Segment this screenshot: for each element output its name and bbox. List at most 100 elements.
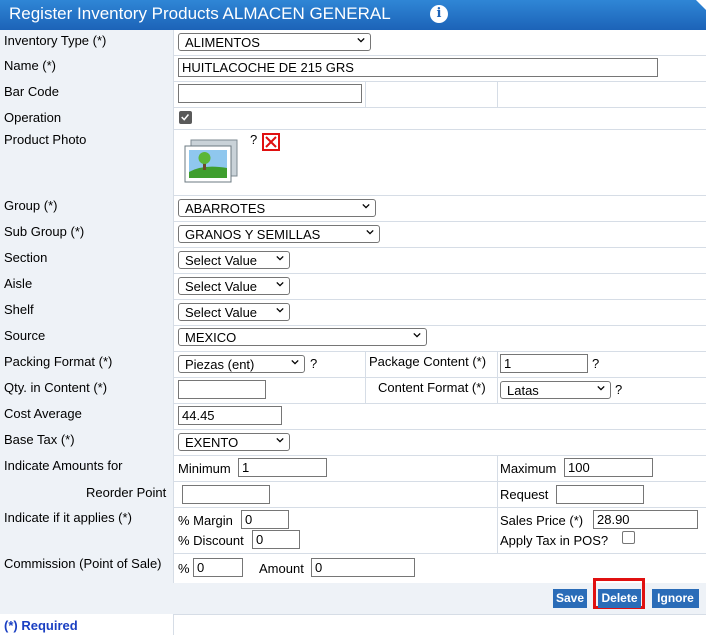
discount-label: % Discount <box>178 533 244 548</box>
package-content-help: ? <box>592 356 600 371</box>
source-label: Source <box>4 328 46 343</box>
request-input[interactable] <box>556 485 644 504</box>
chevron-down-icon <box>413 332 421 338</box>
page-title: Register Inventory Products ALMACEN GENE… <box>9 4 391 23</box>
reorder-point-label: Reorder Point <box>86 485 167 500</box>
sub-group-select[interactable]: GRANOS Y SEMILLAS <box>178 225 380 243</box>
photo-help-text: ? <box>250 132 258 147</box>
corner-fold-icon <box>696 0 706 10</box>
chevron-down-icon <box>276 255 284 261</box>
row-operation: Operation <box>0 107 706 130</box>
sales-price-label: Sales Price (*) <box>500 513 584 528</box>
group-label: Group (*) <box>4 198 58 213</box>
request-label: Request <box>500 487 549 502</box>
apply-tax-label: Apply Tax in POS? <box>500 533 609 548</box>
row-source: Source MEXICO <box>0 325 706 352</box>
chevron-down-icon <box>362 203 370 209</box>
minimum-label: Minimum <box>178 461 231 476</box>
row-bar-code: Bar Code <box>0 81 706 108</box>
delete-button[interactable]: Delete <box>598 589 641 608</box>
chevron-down-icon <box>597 385 605 391</box>
sales-price-input[interactable]: 28.90 <box>593 510 698 529</box>
package-content-input[interactable]: 1 <box>500 354 588 373</box>
bar-code-label: Bar Code <box>4 84 59 99</box>
base-tax-label: Base Tax (*) <box>4 432 75 447</box>
minimum-input[interactable]: 1 <box>238 458 327 477</box>
section-label: Section <box>4 250 48 265</box>
name-input[interactable]: HUITLACOCHE DE 215 GRS <box>178 58 658 77</box>
chevron-down-icon <box>276 437 284 443</box>
row-actions: Save Delete Ignore <box>0 578 706 615</box>
row-aisle: Aisle Select Value <box>0 273 706 300</box>
shelf-label: Shelf <box>4 302 34 317</box>
chevron-down-icon <box>357 37 365 43</box>
row-qty-in-content: Qty. in Content (*) Content Format (*) L… <box>0 377 706 404</box>
maximum-input[interactable]: 100 <box>564 458 653 477</box>
title-bar: Register Inventory Products ALMACEN GENE… <box>0 0 706 30</box>
packing-format-select[interactable]: Piezas (ent) <box>178 355 305 373</box>
shelf-select[interactable]: Select Value <box>178 303 290 321</box>
operation-checkbox[interactable] <box>179 111 192 124</box>
amount-input[interactable]: 0 <box>311 558 415 577</box>
row-section: Section Select Value <box>0 247 706 274</box>
row-indicate-applies: Indicate if it applies (*) % Margin 0 % … <box>0 507 706 554</box>
indicate-applies-label: Indicate if it applies (*) <box>4 510 132 525</box>
operation-label: Operation <box>4 110 62 125</box>
commission-label: Commission (Point of Sale) <box>4 556 162 571</box>
section-select[interactable]: Select Value <box>178 251 290 269</box>
discount-input[interactable]: 0 <box>252 530 300 549</box>
cost-average-input[interactable]: 44.45 <box>178 406 282 425</box>
chevron-down-icon <box>276 281 284 287</box>
commission-pct-input[interactable]: 0 <box>193 558 243 577</box>
row-product-photo: Product Photo ? <box>0 129 706 196</box>
row-shelf: Shelf Select Value <box>0 299 706 326</box>
row-sub-group: Sub Group (*) GRANOS Y SEMILLAS <box>0 221 706 248</box>
save-button[interactable]: Save <box>553 589 587 608</box>
ignore-button[interactable]: Ignore <box>652 589 699 608</box>
row-footer: (*) Required <box>0 614 706 635</box>
aisle-label: Aisle <box>4 276 33 291</box>
content-format-select[interactable]: Latas <box>500 381 611 399</box>
apply-tax-checkbox[interactable] <box>622 531 635 544</box>
product-photo-label: Product Photo <box>4 132 87 147</box>
bar-code-input[interactable] <box>178 84 362 103</box>
margin-input[interactable]: 0 <box>241 510 289 529</box>
remove-photo-icon[interactable] <box>262 133 280 151</box>
aisle-select[interactable]: Select Value <box>178 277 290 295</box>
packing-format-help: ? <box>310 356 318 371</box>
inventory-type-select[interactable]: ALIMENTOS <box>178 33 371 51</box>
row-name: Name (*) HUITLACOCHE DE 215 GRS <box>0 55 706 82</box>
row-packing-format: Packing Format (*) Piezas (ent) ? Packag… <box>0 351 706 378</box>
photo-placeholder-icon[interactable] <box>183 138 239 184</box>
package-content-label: Package Content (*) <box>369 354 487 369</box>
qty-in-content-label: Qty. in Content (*) <box>4 380 108 395</box>
qty-in-content-input[interactable] <box>178 380 266 399</box>
cost-average-label: Cost Average <box>4 406 82 421</box>
chevron-down-icon <box>276 307 284 313</box>
inventory-type-label: Inventory Type (*) <box>4 33 107 48</box>
sub-group-label: Sub Group (*) <box>4 224 85 239</box>
row-indicate-amounts: Indicate Amounts for Minimum 1 Maximum 1… <box>0 455 706 482</box>
row-cost-average: Cost Average 44.45 <box>0 403 706 430</box>
packing-format-label: Packing Format (*) <box>4 354 113 369</box>
checkmark-icon <box>181 114 190 121</box>
required-note: (*) Required <box>4 618 78 633</box>
row-group: Group (*) ABARROTES <box>0 195 706 222</box>
name-label: Name (*) <box>4 58 57 73</box>
chevron-down-icon <box>366 229 374 235</box>
info-icon[interactable]: i <box>430 5 448 23</box>
base-tax-select[interactable]: EXENTO <box>178 433 290 451</box>
chevron-down-icon <box>291 359 299 365</box>
content-format-help: ? <box>615 382 623 397</box>
content-format-label: Content Format (*) <box>378 380 486 395</box>
row-reorder-point: Reorder Point Request <box>0 481 706 508</box>
row-base-tax: Base Tax (*) EXENTO <box>0 429 706 456</box>
row-inventory-type: Inventory Type (*) ALIMENTOS <box>0 30 706 56</box>
margin-label: % Margin <box>178 513 233 528</box>
amount-label: Amount <box>259 561 304 576</box>
source-select[interactable]: MEXICO <box>178 328 427 346</box>
group-select[interactable]: ABARROTES <box>178 199 376 217</box>
commission-pct-label: % <box>178 561 190 576</box>
reorder-point-input[interactable] <box>182 485 270 504</box>
maximum-label: Maximum <box>500 461 557 476</box>
